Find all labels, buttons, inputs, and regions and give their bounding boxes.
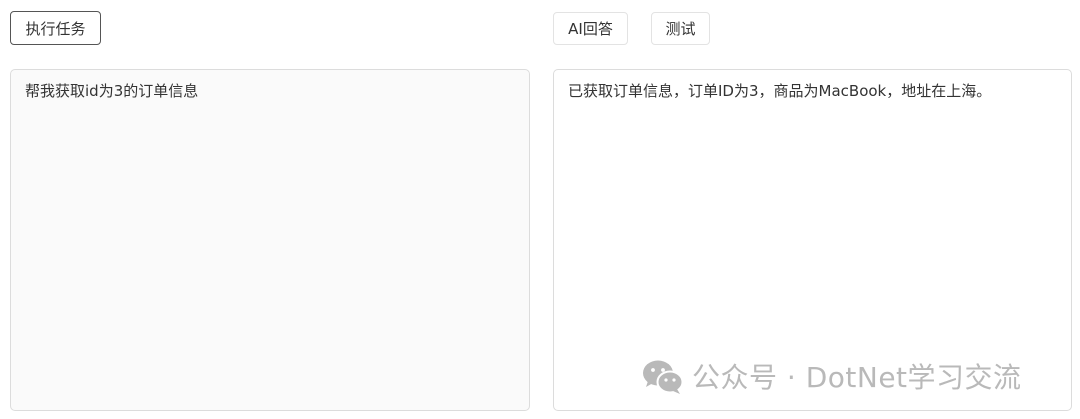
wechat-icon (640, 356, 686, 396)
task-input[interactable]: 帮我获取id为3的订单信息 (10, 69, 530, 411)
watermark: 公众号 · DotNet学习交流 (640, 356, 1022, 396)
watermark-text: 公众号 · DotNet学习交流 (692, 361, 1022, 394)
test-button[interactable]: 测试 (651, 12, 710, 45)
ai-answer-button[interactable]: AI回答 (553, 12, 628, 45)
run-task-button[interactable]: 执行任务 (10, 11, 101, 45)
